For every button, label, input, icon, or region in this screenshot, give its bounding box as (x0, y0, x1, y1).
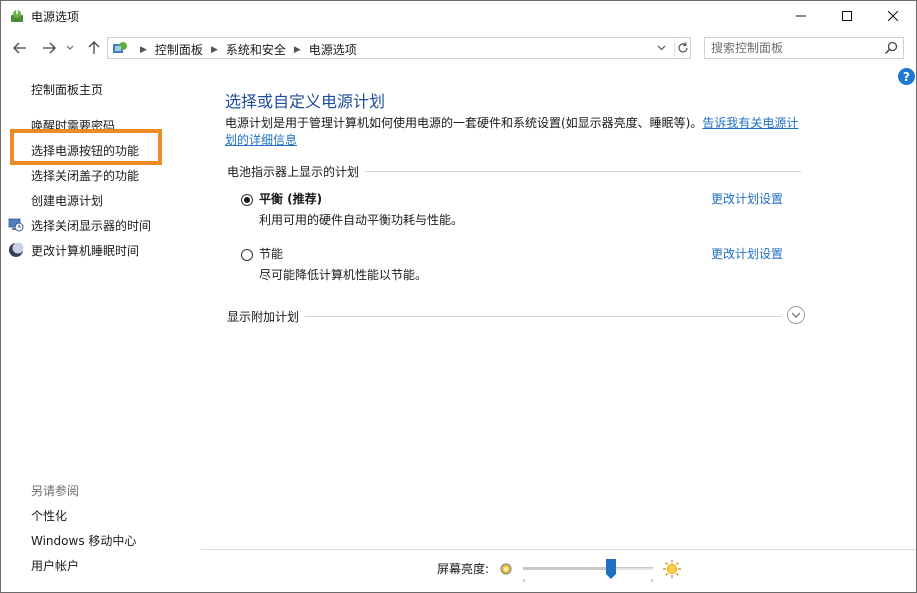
page-title: 选择或自定义电源计划 (225, 92, 386, 111)
breadcrumb-control-panel[interactable]: 控制面板 (155, 41, 203, 58)
show-additional-plans-heading[interactable]: 显示附加计划 (227, 308, 306, 325)
bottom-divider (201, 549, 916, 550)
address-bar[interactable]: ▶ 控制面板 ▶ 系统和安全 ▶ 电源选项 (107, 37, 691, 59)
plan-balanced-change-settings-link[interactable]: 更改计划设置 (711, 190, 783, 207)
close-button[interactable] (870, 1, 916, 31)
chevron-right-icon: ▶ (140, 44, 147, 55)
search-box[interactable] (704, 37, 904, 59)
brightness-low-icon (500, 563, 512, 575)
see-also-heading: 另请参阅 (31, 484, 80, 498)
minimize-button[interactable] (778, 1, 824, 31)
arrow-left-icon (13, 42, 26, 54)
choose-lid-close-link[interactable]: 选择关闭盖子的功能 (31, 167, 139, 184)
choose-power-button-link[interactable]: 选择电源按钮的功能 (31, 142, 139, 159)
brightness-slider-track[interactable] (523, 567, 653, 570)
recent-locations-button[interactable] (63, 38, 77, 58)
brightness-high-icon (663, 560, 681, 578)
plan-power-saver-name[interactable]: 节能 (259, 245, 283, 262)
plan-power-saver-description: 尽可能降低计算机性能以节能。 (259, 268, 428, 282)
power-options-icon (11, 10, 23, 22)
up-button[interactable] (84, 38, 104, 58)
page-description: 电源计划是用于管理计算机如何使用电源的一套硬件和系统设置(如显示器亮度、睡眠等)… (225, 115, 805, 149)
chevron-down-icon (657, 45, 665, 51)
maximize-icon (842, 11, 852, 21)
plan-balanced-radio[interactable] (241, 194, 253, 206)
breadcrumb: ▶ 控制面板 ▶ 系统和安全 ▶ 电源选项 (132, 41, 357, 58)
arrow-up-icon (88, 41, 100, 54)
maximize-button[interactable] (824, 1, 870, 31)
power-options-window: 电源选项 ▶ 控制面板 ▶ 系统和安全 ▶ 电源选项 搜索控制面板 ? 控制面板… (0, 0, 917, 593)
window-title: 电源选项 (31, 10, 80, 24)
breadcrumb-system-security[interactable]: 系统和安全 (226, 41, 286, 58)
description-text: 电源计划是用于管理计算机如何使用电源的一套硬件和系统设置(如显示器亮度、睡眠等)… (225, 116, 703, 130)
brightness-slider-fill (523, 567, 612, 570)
forward-button[interactable] (39, 38, 59, 58)
monitor-clock-icon (8, 218, 24, 232)
chevron-down-icon (791, 312, 801, 318)
create-power-plan-link[interactable]: 创建电源计划 (31, 192, 103, 209)
require-password-on-wakeup-link[interactable]: 唤醒时需要密码 (31, 117, 115, 134)
plan-power-saver-change-settings-link[interactable]: 更改计划设置 (711, 245, 783, 262)
help-icon[interactable]: ? (898, 68, 915, 85)
arrow-right-icon (43, 42, 56, 54)
search-icon[interactable] (883, 40, 899, 56)
screen-brightness-label: 屏幕亮度: (437, 562, 490, 576)
see-also-personalization-link[interactable]: 个性化 (31, 507, 67, 524)
chevron-down-icon (66, 45, 74, 50)
battery-plans-heading: 电池指示器上显示的计划 (227, 163, 366, 180)
chevron-right-icon[interactable]: ▶ (294, 45, 301, 55)
navigation-bar: ▶ 控制面板 ▶ 系统和安全 ▶ 电源选项 (1, 34, 916, 62)
change-sleep-time-link[interactable]: 更改计算机睡眠时间 (31, 242, 139, 259)
see-also-user-accounts-link[interactable]: 用户帐户 (31, 557, 79, 574)
close-icon (888, 11, 898, 21)
plan-balanced-description: 利用可用的硬件自动平衡功耗与性能。 (259, 213, 464, 227)
breadcrumb-power-options[interactable]: 电源选项 (309, 41, 357, 58)
search-input[interactable] (711, 40, 871, 56)
brightness-slider-ticks (523, 579, 653, 582)
refresh-icon (678, 42, 688, 53)
refresh-button[interactable] (674, 39, 691, 57)
expand-additional-plans-button[interactable] (787, 306, 805, 324)
see-also-mobility-center-link[interactable]: Windows 移动中心 (31, 532, 136, 549)
plan-power-saver-radio[interactable] (241, 249, 253, 261)
address-dropdown-button[interactable] (654, 41, 668, 55)
title-bar: 电源选项 (1, 1, 916, 31)
control-panel-icon (113, 42, 127, 53)
control-panel-home-link[interactable]: 控制面板主页 (31, 81, 103, 98)
moon-icon (9, 242, 24, 257)
choose-display-off-time-link[interactable]: 选择关闭显示器的时间 (31, 217, 151, 234)
brightness-slider-thumb[interactable] (606, 559, 617, 579)
chevron-right-icon[interactable]: ▶ (211, 45, 218, 55)
additional-plans-divider (227, 316, 782, 317)
plan-balanced-name[interactable]: 平衡 (推荐) (259, 190, 322, 207)
back-button[interactable] (10, 38, 30, 58)
minimize-icon (796, 15, 806, 17)
